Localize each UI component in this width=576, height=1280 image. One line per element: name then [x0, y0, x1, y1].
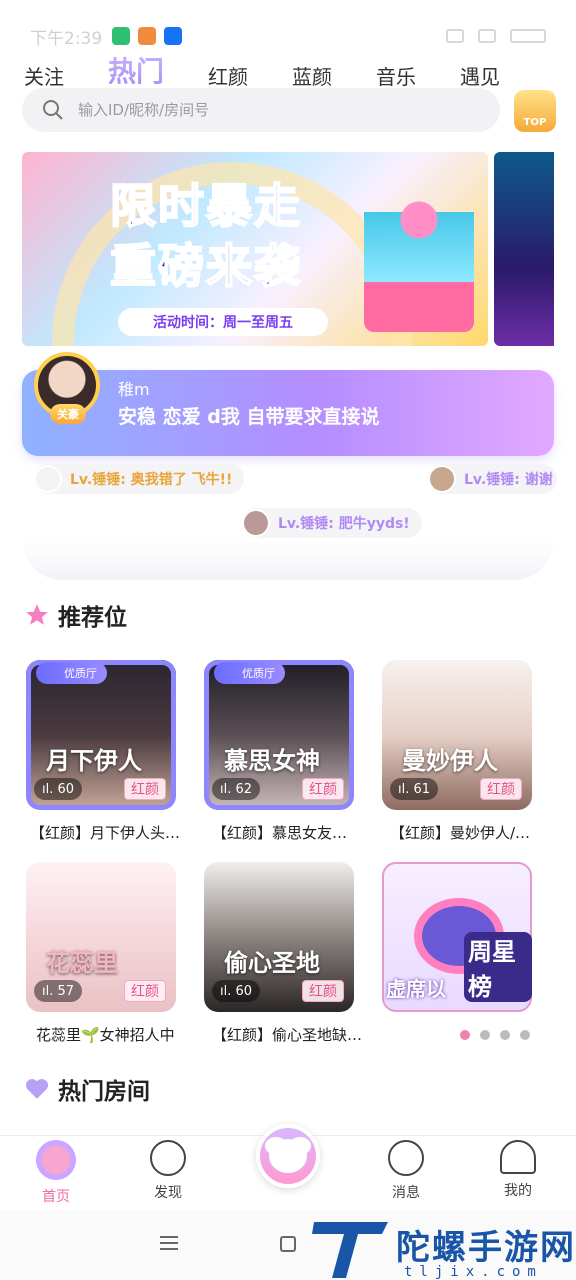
section-title-hot-rooms: 热门房间 [24, 1072, 150, 1106]
room-category-tag: 红颜 [124, 778, 166, 800]
room-category-tag: 红颜 [302, 980, 344, 1002]
avatar [34, 465, 62, 493]
avatar [242, 509, 270, 537]
home-planet-icon [36, 1140, 76, 1180]
menu-icon[interactable] [160, 1236, 178, 1250]
room-cover-text: 慕思女神 [224, 747, 320, 775]
room-card[interactable]: 优质厅 慕思女神 ıl. 62 红颜 [204, 660, 354, 810]
host-name: 稚m [118, 380, 150, 399]
room-online-count: ıl. 60 [212, 980, 261, 1002]
tab-hongyan[interactable]: 红颜 [208, 61, 248, 90]
search-icon [43, 100, 63, 120]
weekly-star-promo-card[interactable]: 虚席以 周星榜 [382, 862, 532, 1012]
leaderboard-top-icon[interactable]: TOP [514, 90, 556, 132]
carousel-dot [500, 1030, 510, 1040]
room-online-count: ıl. 60 [34, 778, 83, 800]
event-banner[interactable]: 限时暴走 重磅来袭 活动时间：周一至周五 [22, 152, 488, 346]
star-icon [26, 604, 48, 625]
signal-icon: ıl. [42, 781, 58, 797]
carousel-indicator [460, 1030, 530, 1040]
nav-profile[interactable]: 我的 [478, 1140, 558, 1200]
room-online-count: ıl. 61 [390, 778, 439, 800]
room-category-tag: 红颜 [480, 778, 522, 800]
center-bear-button[interactable] [256, 1124, 320, 1188]
search-input[interactable] [78, 101, 438, 119]
weekly-star-label: 周星榜 [464, 932, 532, 1002]
room-online-count: ıl. 57 [34, 980, 83, 1002]
room-title[interactable]: 【红颜】曼妙伊人/… [390, 822, 550, 843]
carousel-dot-active [460, 1030, 470, 1040]
room-cover-text: 偷心圣地 [224, 949, 320, 977]
nav-home[interactable]: 首页 [16, 1140, 96, 1206]
carousel-dot [520, 1030, 530, 1040]
room-category-tag: 红颜 [302, 778, 344, 800]
nav-discover[interactable]: 发现 [128, 1140, 208, 1202]
quality-room-badge: 优质厅 [214, 662, 285, 684]
banner-headline-2: 重磅来袭 [109, 238, 302, 294]
signal-icon: ıl. [398, 781, 414, 797]
site-watermark: 陀螺手游网 tljix.com [312, 1218, 576, 1280]
host-description: 安稳 恋爱 d我 自带要求直接说 [118, 406, 380, 428]
room-card[interactable]: 曼妙伊人 ıl. 61 红颜 [382, 660, 532, 810]
room-title[interactable]: 花蕊里🌱女神招人中 [36, 1024, 196, 1045]
nav-messages[interactable]: 消息 [366, 1140, 446, 1202]
banner-event-time: 活动时间：周一至周五 [118, 308, 328, 336]
profile-house-icon [500, 1140, 536, 1174]
search-bar[interactable] [22, 88, 500, 132]
avatar [428, 465, 456, 493]
watermark-logo [312, 1222, 388, 1278]
room-title[interactable]: 【红颜】偷心圣地缺… [212, 1024, 372, 1045]
tab-music[interactable]: 音乐 [376, 61, 416, 90]
room-category-tag: 红颜 [124, 980, 166, 1002]
banner-headline-1: 限时暴走 [109, 178, 302, 234]
room-title[interactable]: 【红颜】慕思女友… [212, 822, 372, 843]
room-title[interactable]: 【红颜】月下伊人头… [30, 822, 190, 843]
message-bubble-icon [388, 1140, 424, 1176]
home-square-icon[interactable] [280, 1236, 296, 1252]
signal-icon: ıl. [42, 983, 58, 999]
tab-meet[interactable]: 遇见 [460, 61, 500, 90]
room-card[interactable]: 优质厅 月下伊人 ıl. 60 红颜 [26, 660, 176, 810]
quality-room-badge: 优质厅 [36, 662, 107, 684]
tab-lanyan[interactable]: 蓝颜 [292, 61, 332, 90]
next-banner-peek[interactable] [494, 152, 554, 346]
room-online-count: ıl. 62 [212, 778, 261, 800]
carousel-dot [480, 1030, 490, 1040]
danmaku-item: Lv.锤锤: 谢谢 [428, 464, 557, 494]
room-card[interactable]: 花蕊里 ıl. 57 红颜 [26, 862, 176, 1012]
signal-icon: ıl. [220, 781, 236, 797]
danmaku-item: Lv.锤锤: 肥牛yyds! [242, 508, 422, 538]
room-card[interactable]: 偷心圣地 ıl. 60 红颜 [204, 862, 354, 1012]
signal-icon: ıl. [220, 983, 236, 999]
room-cover-text: 月下伊人 [46, 747, 142, 775]
wave-divider [22, 540, 554, 580]
room-cover-text: 花蕊里 [46, 949, 118, 977]
banner-character-illustration [364, 172, 474, 332]
host-tag-badge: 关豪 [50, 404, 86, 424]
tab-follow[interactable]: 关注 [24, 61, 64, 90]
heart-icon [25, 1079, 49, 1099]
top-tabs: 关注 热门 红颜 蓝颜 音乐 遇见 [24, 40, 576, 90]
discover-eye-icon [150, 1140, 186, 1176]
room-cover-text: 曼妙伊人 [402, 747, 498, 775]
tab-hot[interactable]: 热门 [108, 50, 164, 90]
section-title-recommend: 推荐位 [24, 598, 127, 632]
bear-icon [269, 1139, 307, 1173]
danmaku-item: Lv.锤锤: 奥我错了 飞牛!! [34, 464, 245, 494]
promo-partial-text: 虚席以 [386, 977, 446, 1001]
